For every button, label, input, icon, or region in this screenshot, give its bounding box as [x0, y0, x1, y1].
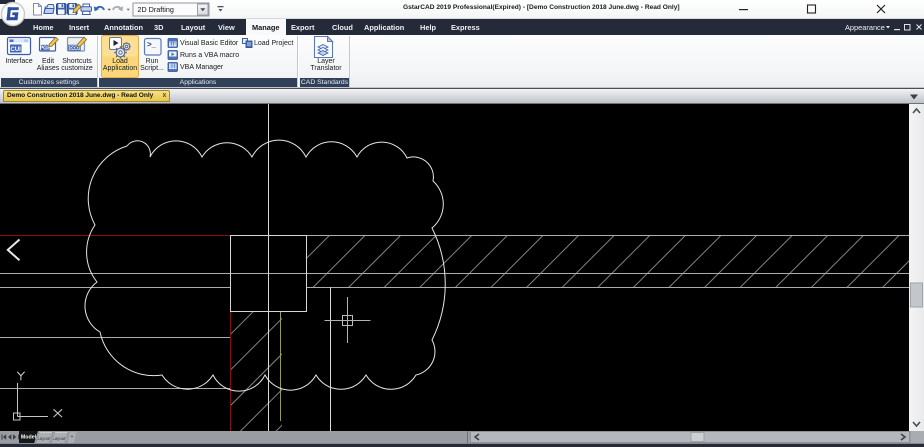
svg-text:2D Drafting: 2D Drafting: [138, 5, 174, 14]
